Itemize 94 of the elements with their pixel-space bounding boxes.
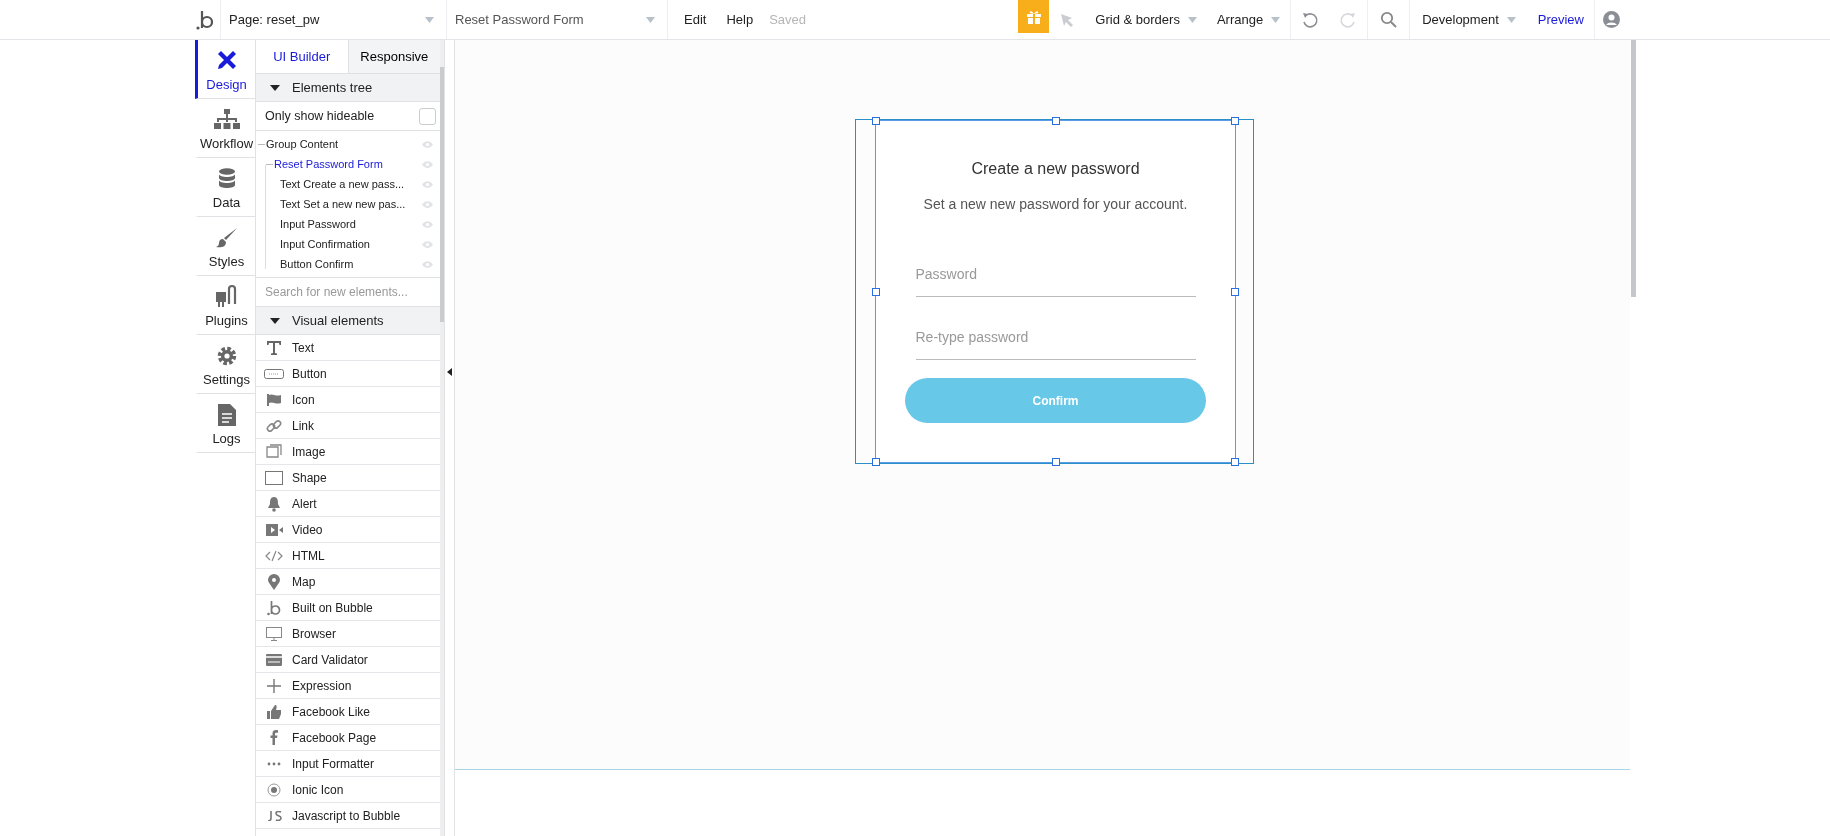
- element-item[interactable]: Link: [256, 413, 441, 439]
- link-icon: [266, 417, 282, 434]
- letter-icon: [266, 339, 282, 356]
- document-icon: [217, 404, 236, 426]
- menu-item[interactable]: Help: [716, 0, 764, 39]
- rail-tab[interactable]: Styles: [195, 217, 255, 276]
- gift-icon: [1025, 8, 1042, 25]
- grid-borders-menu[interactable]: Grid & borders: [1085, 0, 1207, 39]
- element-item[interactable]: Video: [256, 517, 441, 543]
- filter-label: Only show hideable: [265, 109, 375, 123]
- map-pin-icon: [268, 573, 280, 590]
- collapse-icon[interactable]: [270, 82, 280, 93]
- element-item[interactable]: Facebook Like: [256, 699, 441, 725]
- database-icon: [217, 168, 236, 190]
- sitemap-icon: [213, 109, 240, 131]
- tree-item[interactable]: Text Set a new new pas...: [256, 194, 441, 214]
- element-item[interactable]: Text: [256, 335, 441, 361]
- caret-icon: [1187, 16, 1197, 23]
- settings-icon: [215, 345, 238, 367]
- rail-tab[interactable]: Workflow: [195, 99, 255, 158]
- button-icon: [264, 368, 284, 379]
- rail-tab[interactable]: Settings: [195, 335, 255, 394]
- tree-item[interactable]: Button Confirm: [256, 254, 441, 274]
- video-icon: [265, 523, 283, 536]
- logo-icon[interactable]: [195, 8, 213, 31]
- password-field[interactable]: Password: [915, 252, 1196, 297]
- resize-handle[interactable]: [1051, 458, 1060, 466]
- scrollbar-thumb[interactable]: [440, 67, 445, 322]
- logo-icon: [267, 599, 281, 616]
- element-item[interactable]: Shape: [256, 465, 441, 491]
- panel-tab[interactable]: Responsive: [348, 40, 441, 73]
- preview-link[interactable]: Preview: [1527, 0, 1594, 39]
- bell-icon: [267, 495, 281, 512]
- scrollbar-thumb[interactable]: [1631, 40, 1636, 297]
- resize-handle[interactable]: [1051, 117, 1060, 125]
- plus-icon: [267, 678, 281, 693]
- menu-item[interactable]: Edit: [674, 0, 717, 39]
- undo-icon[interactable]: [1301, 10, 1320, 29]
- element-item[interactable]: Map: [256, 569, 441, 595]
- save-status: Saved: [768, 11, 808, 29]
- paintbrush-icon: [215, 227, 238, 249]
- collapse-icon[interactable]: [270, 315, 280, 326]
- rail-tab[interactable]: Logs: [195, 394, 255, 453]
- caret-icon: [1506, 16, 1516, 23]
- caret-icon: [646, 16, 655, 23]
- resize-handle[interactable]: [1231, 287, 1239, 296]
- rail-tab[interactable]: Data: [195, 158, 255, 217]
- code-icon: [265, 549, 283, 562]
- flag-icon: [266, 392, 282, 407]
- plug-icon: [214, 284, 239, 308]
- resize-handle[interactable]: [872, 458, 880, 466]
- gift-button[interactable]: [1018, 0, 1050, 33]
- element-item[interactable]: Button: [256, 361, 441, 387]
- section-title: Visual elements: [292, 313, 384, 328]
- avatar-icon[interactable]: [1603, 11, 1620, 28]
- image-icon: [266, 443, 282, 460]
- element-item[interactable]: Image: [256, 439, 441, 465]
- resize-handle[interactable]: [872, 117, 880, 125]
- caret-icon: [1271, 16, 1281, 23]
- form-card[interactable]: Create a new password Set a new new password for your account. Password Re-type password Confirm: [875, 120, 1236, 463]
- resize-handle[interactable]: [1231, 458, 1239, 466]
- card-icon: [266, 653, 282, 666]
- arrange-menu[interactable]: Arrange: [1206, 0, 1291, 39]
- element-item[interactable]: Browser: [256, 621, 441, 647]
- thumbs-up-icon: [266, 704, 282, 719]
- facebook-icon: [269, 730, 279, 745]
- tree-item[interactable]: Input Password: [256, 214, 441, 234]
- element-item[interactable]: Icon: [256, 387, 441, 413]
- section-title: Elements tree: [292, 80, 373, 95]
- js-icon: [266, 810, 282, 821]
- rail-tab[interactable]: Plugins: [195, 276, 255, 335]
- resize-handle[interactable]: [872, 287, 880, 296]
- element-item[interactable]: Alert: [256, 491, 441, 517]
- element-dropdown[interactable]: Reset Password Form: [447, 0, 668, 39]
- form-subtitle: Set a new new password for your account.: [923, 196, 1188, 212]
- element-item[interactable]: Card Validator: [256, 647, 441, 673]
- tree-item[interactable]: Group Content: [256, 134, 441, 154]
- resize-handle[interactable]: [1231, 117, 1239, 125]
- collapse-arrow-icon[interactable]: [447, 368, 452, 376]
- monitor-icon: [266, 626, 282, 641]
- radio-icon: [267, 782, 281, 797]
- page-dropdown[interactable]: Page: reset_pw: [220, 0, 447, 39]
- tree-item[interactable]: Reset Password Form: [256, 154, 441, 174]
- tree-item[interactable]: Text Create a new pass...: [256, 174, 441, 194]
- ellipsis-icon: [267, 761, 281, 766]
- search-icon[interactable]: [1380, 11, 1398, 28]
- password-field[interactable]: Re-type password: [915, 315, 1196, 360]
- caret-icon: [425, 16, 434, 23]
- checkbox[interactable]: [419, 107, 437, 125]
- environment-dropdown[interactable]: Development: [1409, 0, 1528, 39]
- square-icon: [265, 470, 283, 485]
- tree-item[interactable]: Input Confirmation: [256, 234, 441, 254]
- form-title: Create a new password: [971, 160, 1140, 178]
- element-item[interactable]: Ionic Icon: [256, 777, 441, 803]
